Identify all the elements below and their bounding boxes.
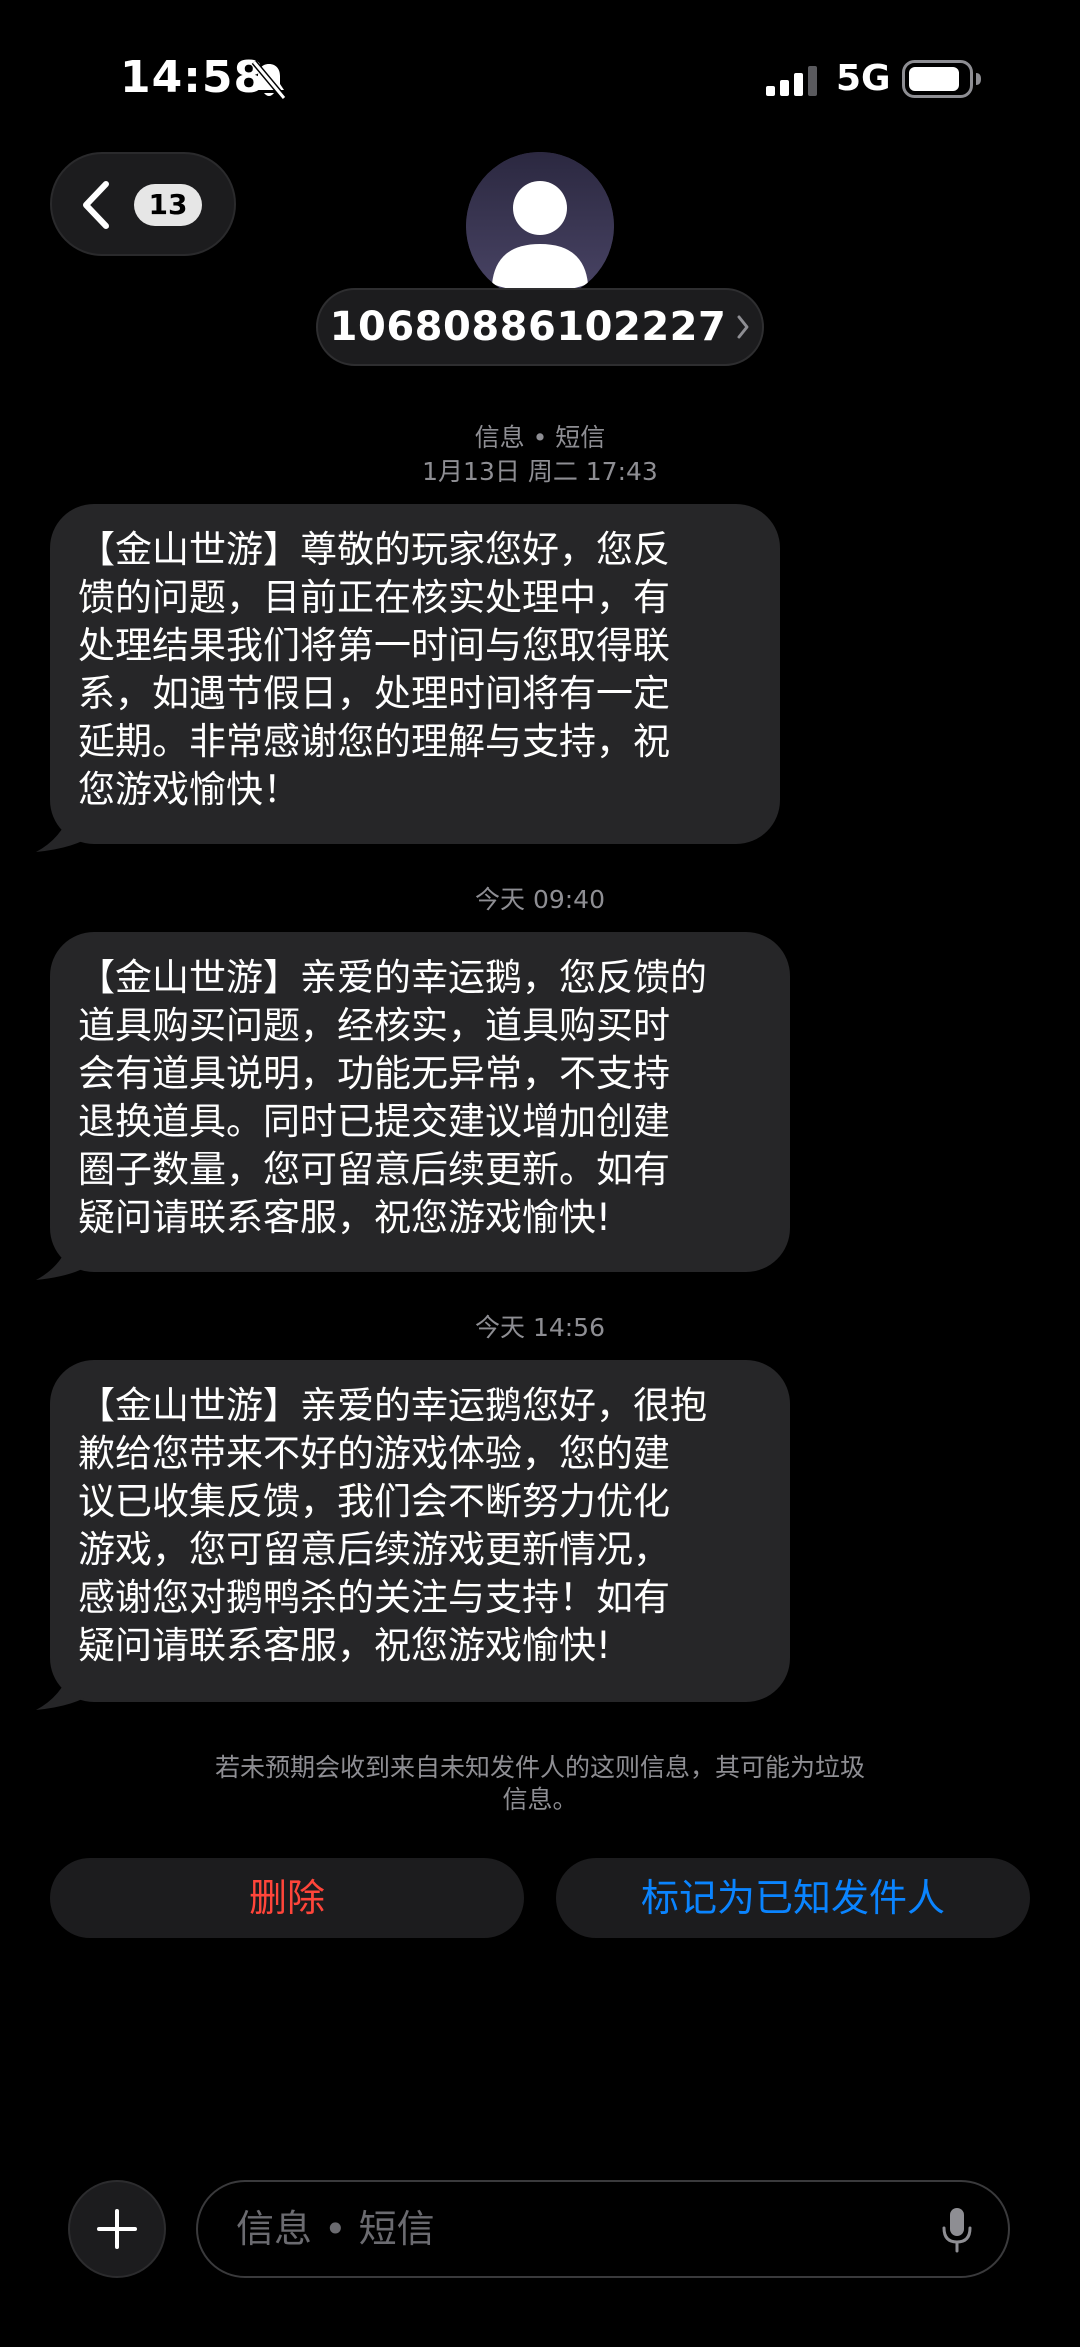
message-line: 疑问请联系客服，祝您游戏愉快! [78, 1624, 611, 1667]
mic-icon[interactable] [940, 2206, 974, 2254]
delete-button[interactable]: 删除 [50, 1858, 524, 1938]
junk-notice: 若未预期会收到来自未知发件人的这则信息，其可能为垃圾 信息。 [170, 1752, 910, 1816]
network-label: 5G [836, 58, 891, 99]
message-line: 退换道具。同时已提交建议增加创建 [78, 1100, 670, 1143]
sender-number: 10680886102227 [329, 304, 727, 350]
message-line: 游戏，您可留意后续游戏更新情况， [78, 1528, 670, 1571]
message-line: 【金山世游】亲爱的幸运鹅您好，很抱 [78, 1384, 707, 1427]
message-line: 系，如遇节假日，处理时间将有一定 [78, 672, 670, 715]
sender-details-button[interactable]: 10680886102227 [316, 288, 764, 366]
message-line: 延期。非常感谢您的理解与支持，祝 [78, 720, 670, 763]
message-line: 道具购买问题，经核实，道具购买时 [78, 1004, 670, 1047]
bubble-tail [36, 1240, 94, 1280]
message-timestamp: 今天 09:40 [475, 885, 605, 914]
back-button[interactable]: 13 [50, 152, 236, 256]
avatar[interactable] [466, 152, 614, 300]
mark-known-sender-button[interactable]: 标记为已知发件人 [556, 1858, 1030, 1938]
bubble-tail [36, 812, 94, 852]
status-time: 14:58 [120, 52, 266, 103]
apps-plus-button[interactable] [68, 2180, 166, 2278]
unread-badge: 13 [134, 184, 202, 226]
message-timestamp: 今天 14:56 [475, 1313, 605, 1342]
message-line: 感谢您对鹅鸭杀的关注与支持！如有 [78, 1576, 670, 1619]
battery-icon [902, 60, 981, 98]
plus-icon [97, 2209, 137, 2249]
service-label: 信息 • 短信 [474, 423, 606, 452]
junk-notice-line: 信息。 [502, 1785, 578, 1814]
message-line: 圈子数量，您可留意后续更新。如有 [78, 1148, 670, 1191]
message-line: 处理结果我们将第一时间与您取得联 [78, 624, 670, 667]
message-line: 会有道具说明，功能无异常，不支持 [78, 1052, 670, 1095]
avatar-icon [466, 152, 614, 300]
message-line: 馈的问题，目前正在核实处理中，有 [78, 576, 670, 619]
bubble-tail [36, 1670, 94, 1710]
message-bubble[interactable]: 【金山世游】亲爱的幸运鹅，您反馈的 道具购买问题，经核实，道具购买时 会有道具说… [36, 932, 790, 1280]
status-bar: 14:58 5G [0, 0, 1080, 150]
message-line: 歉给您带来不好的游戏体验，您的建 [78, 1432, 670, 1475]
message-line: 议已收集反馈，我们会不断努力优化 [78, 1480, 670, 1523]
message-bubble[interactable]: 【金山世游】亲爱的幸运鹅您好，很抱 歉给您带来不好的游戏体验，您的建 议已收集反… [36, 1360, 790, 1710]
message-line: 您游戏愉快！ [78, 768, 300, 811]
message-timestamp: 1月13日 周二 17:43 [422, 457, 658, 486]
signal-icon [766, 66, 817, 96]
chevron-left-icon [83, 181, 109, 229]
message-bubble[interactable]: 【金山世游】尊敬的玩家您好，您反 馈的问题，目前正在核实处理中，有 处理结果我们… [36, 504, 780, 852]
message-input[interactable] [196, 2180, 1010, 2278]
junk-notice-line: 若未预期会收到来自未知发件人的这则信息，其可能为垃圾 [214, 1753, 865, 1782]
message-line: 疑问请联系客服，祝您游戏愉快! [78, 1196, 611, 1239]
message-line: 【金山世游】亲爱的幸运鹅，您反馈的 [78, 956, 707, 999]
chevron-right-icon [737, 315, 749, 339]
message-line: 【金山世游】尊敬的玩家您好，您反 [78, 528, 670, 571]
bell-slash-icon [251, 60, 287, 100]
